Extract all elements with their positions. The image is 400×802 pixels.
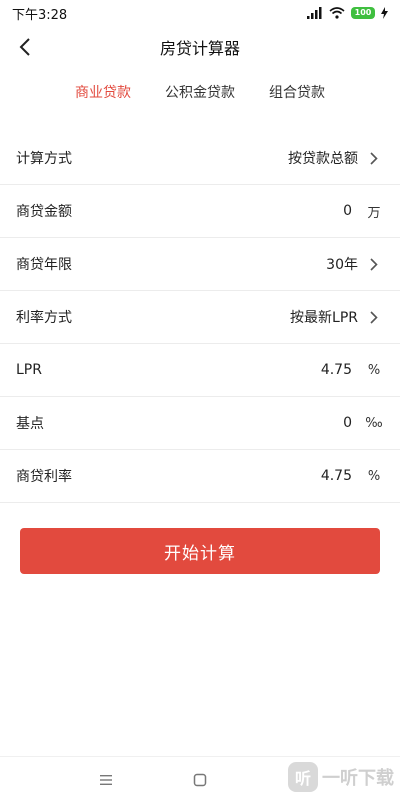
calculation-method-row[interactable]: 计算方式 按贷款总额 <box>0 132 400 185</box>
status-time: 下午3:28 <box>12 7 68 23</box>
loan-form: 计算方式 按贷款总额 商贷金额 0 万 商贷年限 30年 利率方式 按最新LPR… <box>0 132 400 503</box>
back-button[interactable] <box>10 32 40 62</box>
unit-label: ‰ <box>365 415 383 431</box>
wifi-icon <box>329 7 345 19</box>
status-icons: 100 <box>307 7 388 19</box>
basis-points-row: 基点 0 ‰ <box>0 397 400 450</box>
basis-points-input[interactable]: 0 <box>343 415 352 431</box>
loan-term-value: 30年 <box>326 257 358 273</box>
signal-icon <box>307 7 322 19</box>
row-label: 商贷金额 <box>16 204 72 220</box>
nav-bar: 房贷计算器 <box>0 26 400 68</box>
tab-combined-loan[interactable]: 组合贷款 <box>267 76 327 110</box>
watermark: 听 一听下载 <box>288 762 394 792</box>
row-label: 商贷利率 <box>16 469 72 485</box>
row-label: 计算方式 <box>16 151 72 167</box>
watermark-logo: 听 <box>288 762 318 792</box>
home-icon[interactable] <box>190 770 210 790</box>
row-label: LPR <box>16 362 42 378</box>
chevron-right-icon <box>364 151 384 165</box>
start-calculation-button[interactable]: 开始计算 <box>20 528 380 574</box>
calculation-method-value: 按贷款总额 <box>288 151 358 167</box>
row-label: 利率方式 <box>16 310 72 326</box>
loan-type-tabs: 商业贷款 公积金贷款 组合贷款 <box>0 76 400 110</box>
tab-commercial-loan[interactable]: 商业贷款 <box>73 76 133 110</box>
unit-label: 万 <box>367 205 381 221</box>
rate-method-value: 按最新LPR <box>290 310 358 326</box>
menu-icon[interactable] <box>96 770 116 790</box>
loan-term-row[interactable]: 商贷年限 30年 <box>0 238 400 291</box>
charging-icon <box>381 7 388 19</box>
tab-provident-fund-loan[interactable]: 公积金贷款 <box>163 76 237 110</box>
loan-amount-row: 商贷金额 0 万 <box>0 185 400 238</box>
unit-label: % <box>367 468 381 484</box>
watermark-text: 一听下载 <box>322 768 394 789</box>
row-label: 商贷年限 <box>16 257 72 273</box>
row-label: 基点 <box>16 416 44 432</box>
commercial-rate-value: 4.75 <box>320 468 352 484</box>
lpr-input[interactable]: 4.75 <box>321 362 352 378</box>
loan-amount-input[interactable]: 0 <box>343 203 352 219</box>
chevron-right-icon <box>364 310 384 324</box>
battery-indicator: 100 <box>351 7 375 19</box>
lpr-row: LPR 4.75 % <box>0 344 400 397</box>
back-arrow-icon <box>19 38 30 56</box>
chevron-right-icon <box>364 257 384 271</box>
page-title: 房贷计算器 <box>159 39 240 58</box>
unit-label: % <box>367 362 381 378</box>
commercial-rate-row: 商贷利率 4.75 % <box>0 450 400 503</box>
status-bar: 下午3:28 100 <box>0 0 400 26</box>
rate-method-row[interactable]: 利率方式 按最新LPR <box>0 291 400 344</box>
